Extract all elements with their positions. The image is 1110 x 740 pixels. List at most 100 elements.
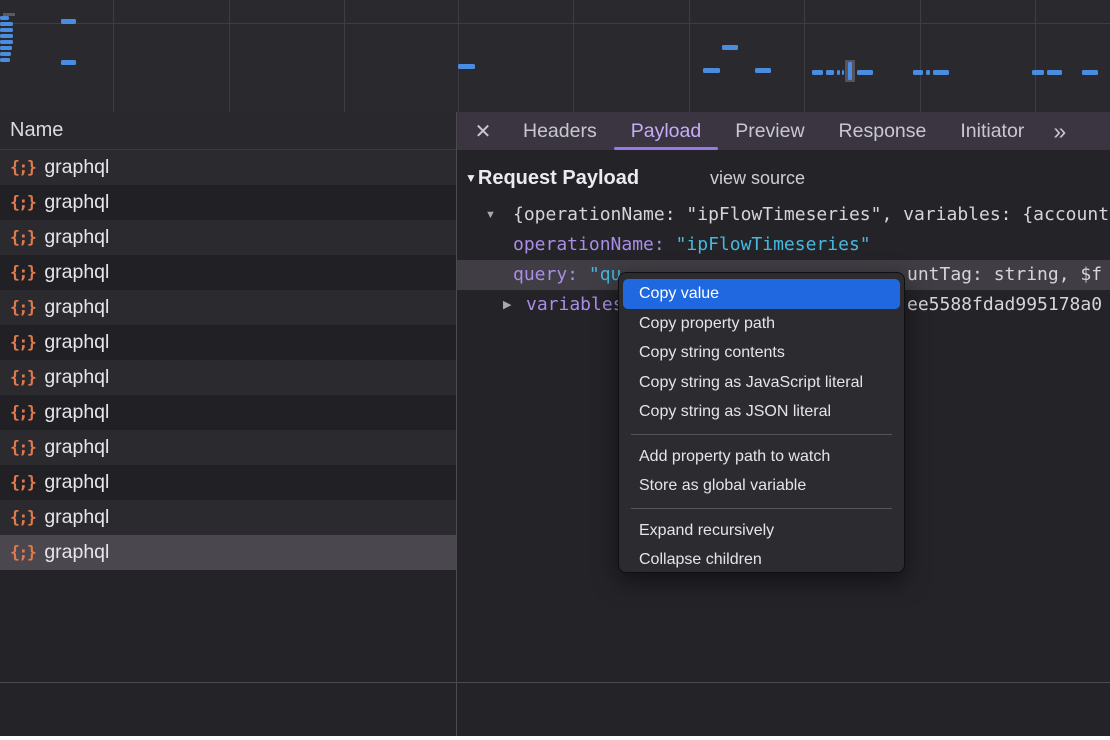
view-source-link[interactable]: view source (710, 168, 805, 189)
timeline-request-bar (926, 70, 930, 75)
timeline-request-bar (826, 70, 834, 75)
menu-separator (631, 508, 892, 509)
chevron-right-icon[interactable]: ▶ (503, 290, 511, 320)
tab-initiator[interactable]: Initiator (943, 112, 1041, 150)
timeline-request-bar (0, 58, 10, 62)
context-menu-item-collapse-children[interactable]: Collapse children (623, 545, 900, 575)
overview-gridline (1035, 0, 1036, 112)
context-menu-item-add-property-path-to-watch[interactable]: Add property path to watch (623, 442, 900, 472)
request-row[interactable]: {;} graphql (0, 255, 457, 290)
context-menu: Copy valueCopy property pathCopy string … (618, 272, 905, 573)
json-braces-icon: {;} (10, 438, 35, 457)
timeline-request-bar (913, 70, 923, 75)
request-name-label: graphql (44, 156, 109, 179)
overview-gridline (920, 0, 921, 112)
overview-selected-request-marker[interactable] (845, 60, 855, 82)
json-braces-icon: {;} (10, 298, 35, 317)
json-braces-icon: {;} (10, 473, 35, 492)
context-menu-item-copy-string-as-javascript-literal[interactable]: Copy string as JavaScript literal (623, 368, 900, 398)
menu-separator (631, 434, 892, 435)
request-name-label: graphql (44, 506, 109, 529)
chevron-down-icon[interactable]: ▼ (485, 200, 496, 230)
request-name-label: graphql (44, 366, 109, 389)
request-payload-title: Request Payload (478, 167, 639, 190)
timeline-request-bar (1032, 70, 1044, 75)
close-icon[interactable]: ✕ (473, 119, 493, 144)
json-braces-icon: {;} (10, 333, 35, 352)
request-row[interactable]: {;} graphql (0, 325, 457, 360)
tab-response[interactable]: Response (822, 112, 944, 150)
timeline-request-bar (1047, 70, 1062, 75)
json-braces-icon: {;} (10, 403, 35, 422)
json-braces-icon: {;} (10, 543, 35, 562)
timeline-request-bar (0, 52, 11, 56)
request-name-label: graphql (44, 296, 109, 319)
tab-headers[interactable]: Headers (506, 112, 614, 150)
payload-root-preview: {operationName: "ipFlowTimeseries", vari… (513, 200, 1109, 230)
request-name-label: graphql (44, 191, 109, 214)
overview-gridline (344, 0, 345, 112)
request-row[interactable]: {;}graphql (0, 535, 457, 570)
timeline-request-bar (0, 22, 13, 26)
property-value: "qu (589, 264, 622, 285)
timeline-request-bar (842, 70, 844, 75)
query-value-overflow: untTag: string, $f (907, 260, 1102, 290)
request-name-label: graphql (44, 401, 109, 424)
json-braces-icon: {;} (10, 368, 35, 387)
request-payload-section-header[interactable]: ▼ Request Payload (465, 162, 639, 194)
timeline-request-bar (458, 64, 475, 69)
page-edge (0, 736, 1110, 740)
timeline-request-bar (812, 70, 823, 75)
more-tabs-icon[interactable]: » (1053, 118, 1064, 145)
name-column-header[interactable]: Name (0, 112, 457, 150)
request-row[interactable]: {;}graphql (0, 465, 457, 500)
context-menu-item-copy-string-as-json-literal[interactable]: Copy string as JSON literal (623, 397, 900, 427)
overview-gridline (804, 0, 805, 112)
panel-divider[interactable] (456, 112, 457, 736)
context-menu-item-copy-value[interactable]: Copy value (623, 279, 900, 309)
request-row[interactable]: {;} graphql (0, 395, 457, 430)
request-row[interactable]: {;}graphql (0, 150, 457, 185)
timeline-request-bar (703, 68, 720, 73)
tab-payload[interactable]: Payload (614, 112, 718, 150)
timeline-request-bar (722, 45, 738, 50)
context-menu-item-copy-string-contents[interactable]: Copy string contents (623, 338, 900, 368)
section-collapse-icon[interactable]: ▼ (465, 171, 477, 185)
request-name-label: graphql (44, 331, 109, 354)
footer-divider (0, 682, 1110, 683)
request-row[interactable]: {;}graphql (0, 500, 457, 535)
request-row[interactable]: {;}graphql (0, 185, 457, 220)
overview-gridline (229, 0, 230, 112)
tabs: HeadersPayloadPreviewResponseInitiator (506, 112, 1041, 150)
tab-preview[interactable]: Preview (718, 112, 821, 150)
overview-gridline (113, 0, 114, 112)
overview-gridline (573, 0, 574, 112)
request-row[interactable]: {;} graphql (0, 360, 457, 395)
request-row[interactable]: {;}graphql (0, 220, 457, 255)
context-menu-item-store-as-global-variable[interactable]: Store as global variable (623, 471, 900, 501)
timeline-request-bar (1082, 70, 1098, 75)
payload-row-operationName[interactable]: operationName: "ipFlowTimeseries" (457, 230, 1110, 260)
request-row[interactable]: {;}graphql (0, 430, 457, 465)
timeline-request-bar (0, 34, 13, 38)
timeline-request-bar (755, 68, 771, 73)
json-braces-icon: {;} (10, 263, 35, 282)
detail-tab-bar: ✕ HeadersPayloadPreviewResponseInitiator… (457, 112, 1110, 150)
overview-ruler-line (0, 23, 1110, 24)
timeline-request-bar (0, 46, 12, 50)
timeline-request-bar (61, 19, 76, 24)
timeline-request-bar (0, 40, 13, 44)
property-key: query: (513, 264, 589, 285)
request-name-label: graphql (44, 261, 109, 284)
overview-selected-tick (848, 62, 852, 80)
variables-preview-overflow: ee5588fdad995178a0 (907, 290, 1102, 320)
payload-root-row[interactable]: ▼ {operationName: "ipFlowTimeseries", va… (457, 200, 1110, 230)
timeline-request-bar (0, 28, 13, 32)
context-menu-item-copy-property-path[interactable]: Copy property path (623, 309, 900, 339)
request-name-label: graphql (44, 226, 109, 249)
property-key: operationName: (513, 234, 676, 255)
request-row[interactable]: {;} graphql (0, 290, 457, 325)
network-overview-timeline[interactable] (0, 0, 1110, 112)
devtools-network-panel: Name {;} graphql {;} graphql {;} graphql {;} gr… (0, 0, 1110, 740)
context-menu-item-expand-recursively[interactable]: Expand recursively (623, 516, 900, 546)
